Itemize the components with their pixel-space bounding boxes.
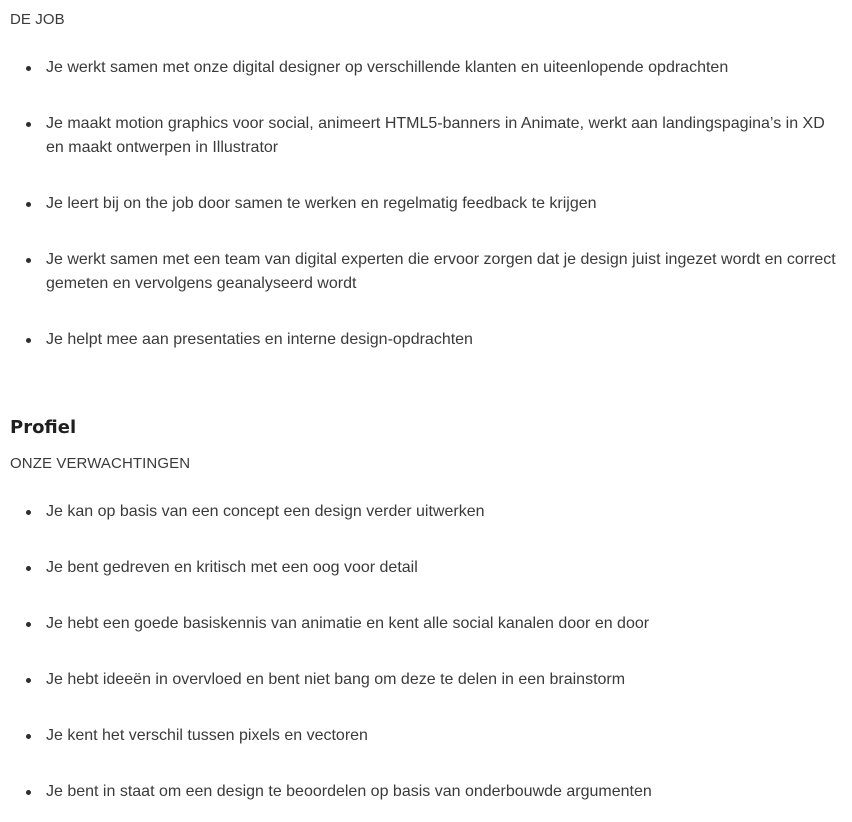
- list-item: Je helpt mee aan presentaties en interne…: [10, 328, 846, 352]
- bullet-icon: [26, 622, 31, 627]
- list-item: Je werkt samen met onze digital designer…: [10, 56, 846, 80]
- list-item-text: Je hebt een goede basiskennis van animat…: [46, 615, 650, 632]
- list-item-text: Je werkt samen met onze digital designer…: [46, 59, 729, 76]
- profile-heading: ONZE VERWACHTINGEN: [10, 455, 191, 472]
- profile-list: Je kan op basis van een concept een desi…: [10, 500, 846, 804]
- list-item: Je bent in staat om een design te beoord…: [10, 780, 846, 804]
- list-item-text: Je helpt mee aan presentaties en interne…: [46, 331, 473, 348]
- list-item-text: Je kan op basis van een concept een desi…: [46, 503, 485, 520]
- profile-title: Profiel: [10, 417, 77, 438]
- list-item: Je hebt ideeën in overvloed en bent niet…: [10, 668, 846, 692]
- job-heading: DE JOB: [10, 11, 65, 28]
- list-item: Je kan op basis van een concept een desi…: [10, 500, 846, 524]
- bullet-icon: [26, 66, 31, 71]
- list-item: Je kent het verschil tussen pixels en ve…: [10, 724, 846, 748]
- list-item: Je hebt een goede basiskennis van animat…: [10, 612, 846, 636]
- job-list: Je werkt samen met onze digital designer…: [10, 56, 846, 352]
- bullet-icon: [26, 258, 31, 263]
- bullet-icon: [26, 566, 31, 571]
- list-item-text: Je bent in staat om een design te beoord…: [46, 783, 652, 800]
- list-item-text: Je werkt samen met een team van digital …: [46, 251, 836, 292]
- bullet-icon: [26, 678, 31, 683]
- bullet-icon: [26, 790, 31, 795]
- list-item: Je maakt motion graphics voor social, an…: [10, 112, 846, 160]
- list-item-text: Je leert bij on the job door samen te we…: [46, 195, 597, 212]
- bullet-icon: [26, 510, 31, 515]
- bullet-icon: [26, 202, 31, 207]
- bullet-icon: [26, 734, 31, 739]
- list-item: Je bent gedreven en kritisch met een oog…: [10, 556, 846, 580]
- list-item: Je werkt samen met een team van digital …: [10, 248, 846, 296]
- list-item-text: Je maakt motion graphics voor social, an…: [46, 115, 825, 156]
- list-item: Je leert bij on the job door samen te we…: [10, 192, 846, 216]
- bullet-icon: [26, 338, 31, 343]
- bullet-icon: [26, 122, 31, 127]
- list-item-text: Je bent gedreven en kritisch met een oog…: [46, 559, 418, 576]
- list-item-text: Je kent het verschil tussen pixels en ve…: [46, 727, 368, 744]
- list-item-text: Je hebt ideeën in overvloed en bent niet…: [46, 671, 626, 688]
